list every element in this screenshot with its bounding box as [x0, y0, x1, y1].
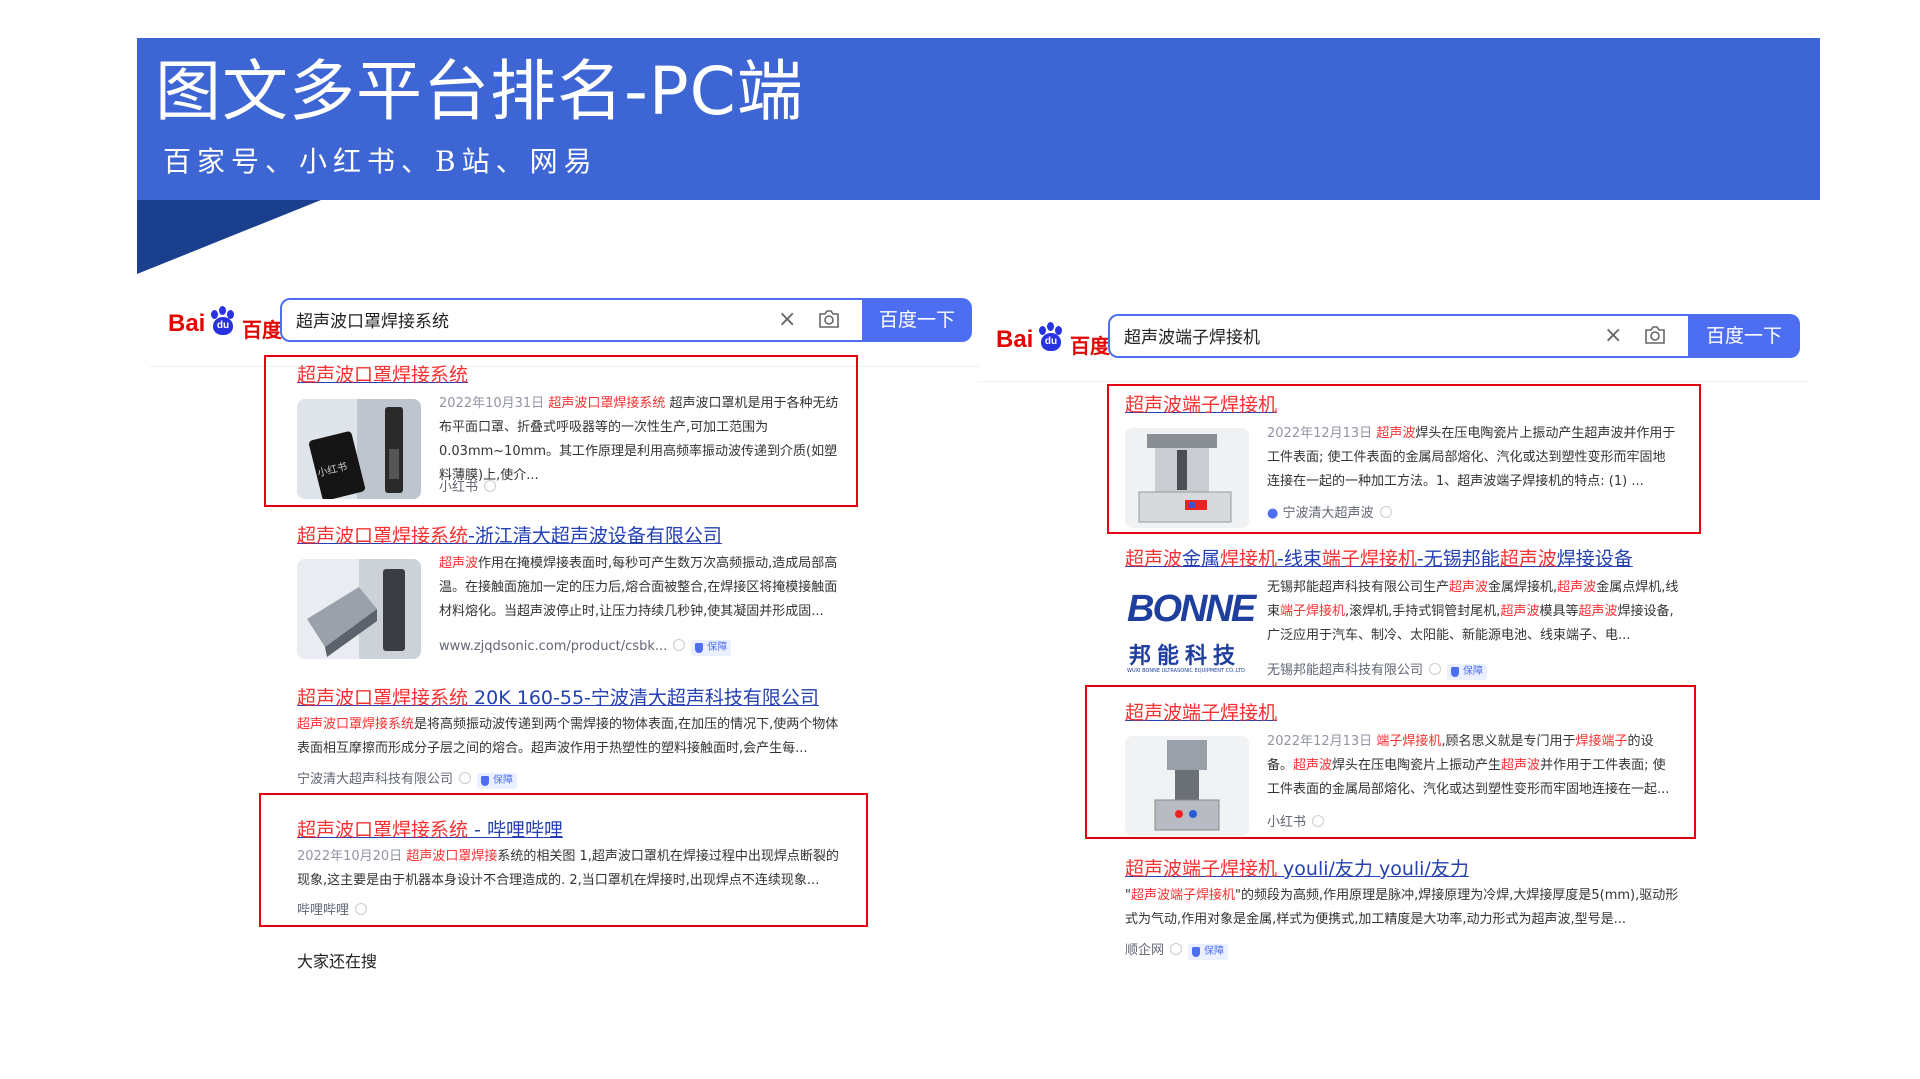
highlight-box — [1085, 685, 1696, 839]
baidu-logo: Bai du 百度 — [992, 322, 1110, 360]
guarantee-badge: 保障 — [691, 640, 732, 656]
title-banner: 图文多平台排名-PC端 百家号、小红书、B站、网易 — [137, 38, 1820, 200]
search-button[interactable]: 百度一下 — [862, 298, 972, 342]
search-input[interactable] — [1122, 324, 1486, 346]
search-button[interactable]: 百度一下 — [1688, 314, 1800, 358]
bonne-logo-text: BONNE — [1127, 588, 1256, 630]
search-input-box[interactable]: × — [280, 298, 862, 342]
paw-icon: du — [1036, 322, 1066, 352]
baidu-logo: Bai du 百度 — [164, 306, 282, 344]
info-icon — [1170, 943, 1183, 955]
divider — [978, 381, 1808, 382]
left-search-bar: Bai du 百度 × 百度一下 — [164, 298, 980, 344]
guarantee-badge: 保障 — [1188, 944, 1229, 960]
guarantee-badge: 保障 — [477, 773, 518, 789]
right-search-bar: Bai du 百度 × 百度一下 — [992, 314, 1808, 360]
search-input[interactable] — [294, 308, 658, 330]
result-source[interactable]: 宁波清大超声科技有限公司 保障 — [297, 771, 518, 789]
result-snippet: 超声波作用在掩模焊接表面时,每秒可产生数万次高频振动,造成局部高温。在接触面施加… — [439, 556, 838, 619]
result-source[interactable]: 顺企网 保障 — [1125, 942, 1229, 960]
info-icon — [673, 639, 686, 651]
bonne-logo-small: WUXI BONNE ULTRASONIC EQUIPMENT CO.,LTD — [1127, 668, 1246, 674]
guarantee-badge: 保障 — [1447, 664, 1488, 680]
camera-icon[interactable] — [818, 309, 840, 329]
result-source[interactable]: 无锡邦能超声科技有限公司 保障 — [1267, 662, 1488, 680]
camera-icon[interactable] — [1644, 325, 1666, 345]
result-title-link[interactable]: 超声波金属焊接机-线束端子焊接机-无锡邦能超声波焊接设备 — [1125, 546, 1633, 572]
result-snippet: 无锡邦能超声科技有限公司生产超声波金属焊接机,超声波金属点焊机,线束端子焊接机,… — [1267, 580, 1679, 643]
info-icon — [459, 772, 472, 784]
slide-subtitle: 百家号、小红书、B站、网易 — [163, 145, 598, 178]
highlight-box — [259, 793, 868, 927]
result-title-link[interactable]: 超声波口罩焊接系统 20K 160-55-宁波清大超声科技有限公司 — [297, 685, 819, 711]
result-snippet: 超声波口罩焊接系统是将高频振动波传递到两个需焊接的物体表面,在加压的情况下,使两… — [297, 717, 839, 756]
related-searches-heading: 大家还在搜 — [297, 952, 378, 971]
clear-icon[interactable]: × — [1604, 324, 1622, 348]
search-input-box[interactable]: × — [1108, 314, 1688, 358]
result-thumbnail[interactable] — [297, 559, 421, 659]
highlight-box — [1107, 384, 1701, 534]
result-title-link[interactable]: 超声波口罩焊接系统-浙江清大超声波设备有限公司 — [297, 523, 722, 549]
result-snippet: "超声波端子焊接机"的频段为高频,作用原理是脉冲,焊接原理为冷焊,大焊接厚度是5… — [1125, 888, 1679, 927]
highlight-box — [264, 355, 858, 507]
bonne-logo[interactable]: BONNE 邦能科技 WUXI BONNE ULTRASONIC EQUIPME… — [1125, 582, 1256, 682]
result-title-link[interactable]: 超声波端子焊接机 youli/友力 youli/友力 — [1125, 856, 1469, 882]
info-icon — [1429, 663, 1442, 675]
result-source[interactable]: www.zjqdsonic.com/product/csbk... 保障 — [439, 638, 732, 656]
paw-icon: du — [208, 306, 238, 336]
banner-fold-decoration — [137, 200, 321, 274]
bonne-logo-cn: 邦能科技 — [1129, 644, 1242, 669]
clear-icon[interactable]: × — [778, 308, 796, 332]
slide-title: 图文多平台排名-PC端 — [155, 53, 804, 130]
